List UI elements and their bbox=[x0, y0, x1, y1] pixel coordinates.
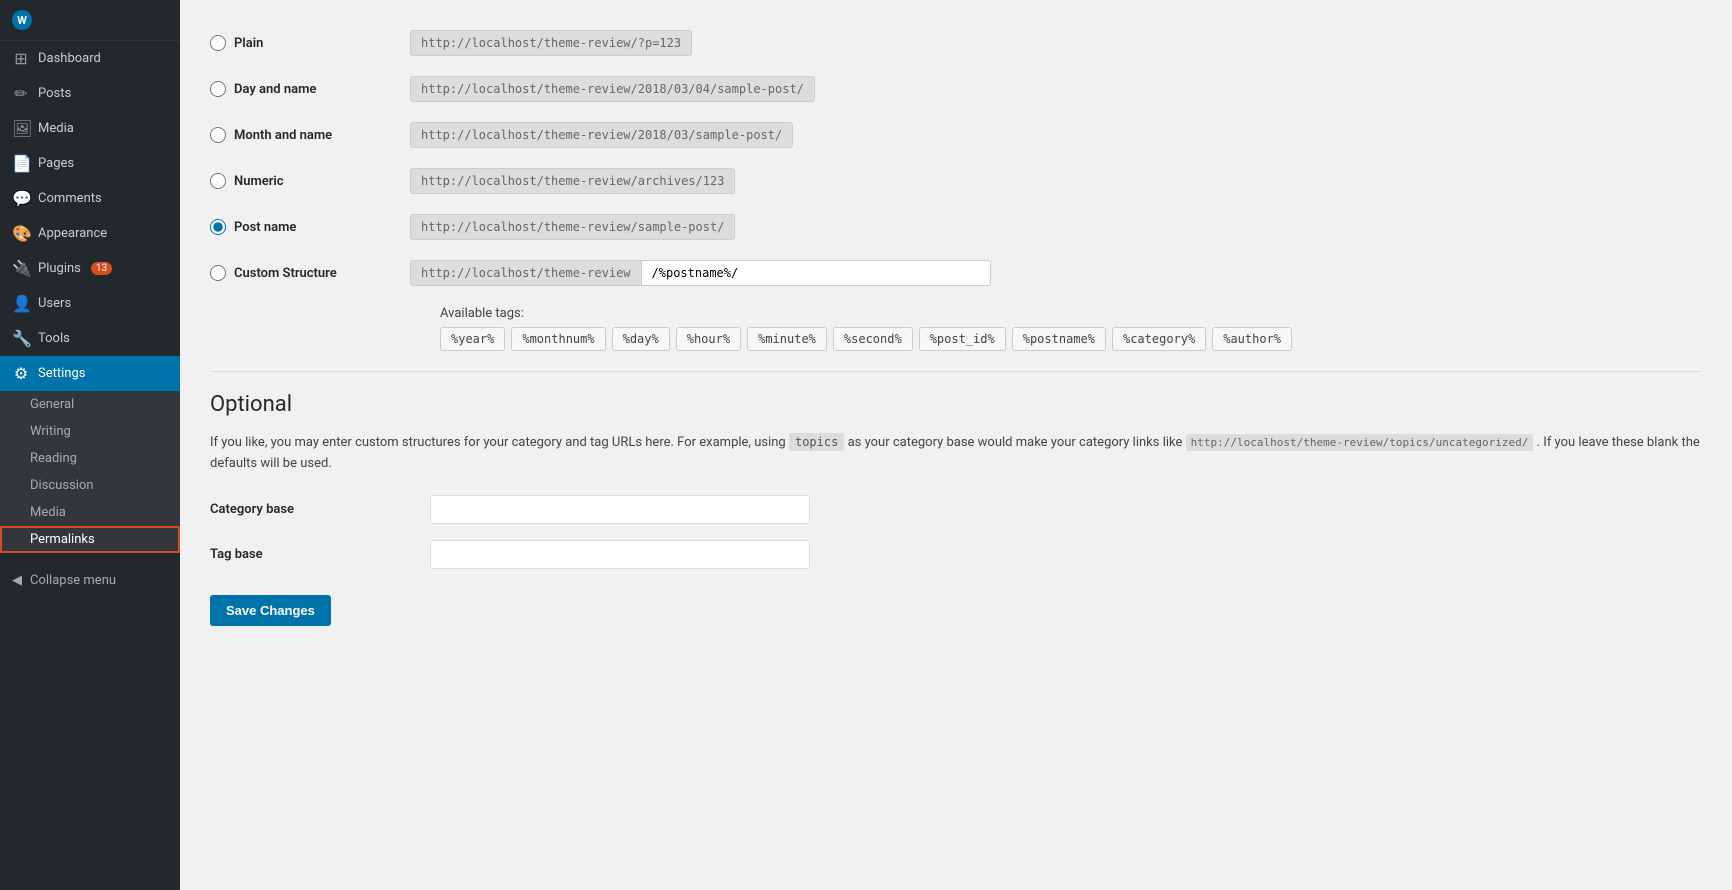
sidebar-item-posts[interactable]: ✏ Posts bbox=[0, 76, 180, 111]
plain-label[interactable]: Plain bbox=[210, 35, 390, 51]
tag-button[interactable]: %author% bbox=[1212, 327, 1292, 351]
available-tags-label: Available tags: bbox=[440, 306, 1702, 321]
submenu-writing[interactable]: Writing bbox=[0, 418, 180, 445]
post-name-radio[interactable] bbox=[210, 219, 226, 235]
numeric-label[interactable]: Numeric bbox=[210, 173, 390, 189]
sidebar-item-settings[interactable]: ⚙ Settings bbox=[0, 356, 180, 391]
sidebar-item-appearance[interactable]: 🎨 Appearance bbox=[0, 216, 180, 251]
collapse-icon: ◀ bbox=[12, 573, 22, 588]
custom-label[interactable]: Custom Structure bbox=[210, 265, 390, 281]
optional-description: If you like, you may enter custom struct… bbox=[210, 433, 1702, 475]
plain-radio[interactable] bbox=[210, 35, 226, 51]
category-base-input[interactable] bbox=[430, 495, 810, 524]
sidebar-item-pages[interactable]: 📄 Pages bbox=[0, 146, 180, 181]
tags-row: %year%%monthnum% %day%%hour%%minute%%seco… bbox=[440, 327, 1702, 351]
custom-structure-row: http://localhost/theme-review bbox=[410, 260, 991, 286]
tag-button[interactable]: %hour% bbox=[676, 327, 741, 351]
tag-button[interactable]: %day% bbox=[612, 327, 670, 351]
tag-button[interactable]: %minute% bbox=[747, 327, 827, 351]
settings-submenu: General Writing Reading Discussion Media… bbox=[0, 391, 180, 553]
optional-desc-middle: as your category base would make your ca… bbox=[848, 435, 1183, 450]
sidebar-item-users[interactable]: 👤 Users bbox=[0, 286, 180, 321]
plain-url: http://localhost/theme-review/?p=123 bbox=[410, 30, 692, 56]
tag-button[interactable]: %category% bbox=[1112, 327, 1206, 351]
permalink-option-custom: Custom Structure http://localhost/theme-… bbox=[210, 250, 1702, 296]
optional-section: Optional If you like, you may enter cust… bbox=[210, 392, 1702, 626]
day-name-url: http://localhost/theme-review/2018/03/04… bbox=[410, 76, 815, 102]
month-name-radio[interactable] bbox=[210, 127, 226, 143]
comments-icon: 💬 bbox=[12, 189, 30, 208]
wp-logo: W bbox=[0, 0, 180, 41]
collapse-label: Collapse menu bbox=[30, 573, 116, 588]
category-base-row: Category base bbox=[210, 495, 1702, 524]
sidebar-item-tools[interactable]: 🔧 Tools bbox=[0, 321, 180, 356]
wp-icon: W bbox=[12, 10, 32, 30]
sidebar-item-plugins[interactable]: 🔌 Plugins 13 bbox=[0, 251, 180, 286]
month-name-url: http://localhost/theme-review/2018/03/sa… bbox=[410, 122, 793, 148]
pages-icon: 📄 bbox=[12, 154, 30, 173]
tag-base-input[interactable] bbox=[430, 540, 810, 569]
sidebar-item-label: Pages bbox=[38, 156, 74, 171]
sidebar-item-label: Users bbox=[38, 296, 71, 311]
submenu-reading[interactable]: Reading bbox=[0, 445, 180, 472]
permalink-option-day-name: Day and name http://localhost/theme-revi… bbox=[210, 66, 1702, 112]
tools-icon: 🔧 bbox=[12, 329, 30, 348]
optional-desc-before: If you like, you may enter custom struct… bbox=[210, 435, 786, 450]
sidebar-item-label: Plugins bbox=[38, 261, 81, 276]
users-icon: 👤 bbox=[12, 294, 30, 313]
tag-button[interactable]: %post_id% bbox=[919, 327, 1006, 351]
tag-button[interactable]: %second% bbox=[833, 327, 913, 351]
sidebar-item-label: Settings bbox=[38, 366, 85, 381]
sidebar-item-label: Media bbox=[38, 121, 74, 136]
tag-button[interactable]: %monthnum% bbox=[511, 327, 605, 351]
submenu-permalinks[interactable]: Permalinks bbox=[0, 526, 180, 553]
sidebar-item-label: Dashboard bbox=[38, 51, 101, 66]
submenu-discussion[interactable]: Discussion bbox=[0, 472, 180, 499]
sidebar-item-label: Posts bbox=[38, 86, 71, 101]
plugins-badge: 13 bbox=[91, 262, 112, 275]
sidebar-item-comments[interactable]: 💬 Comments bbox=[0, 181, 180, 216]
category-base-label: Category base bbox=[210, 502, 410, 517]
settings-icon: ⚙ bbox=[12, 364, 30, 383]
submenu-general[interactable]: General bbox=[0, 391, 180, 418]
sidebar: W ⊞ Dashboard ✏ Posts 🖼 Media 📄 Pages 💬 … bbox=[0, 0, 180, 890]
sidebar-item-label: Appearance bbox=[38, 226, 107, 241]
media-icon: 🖼 bbox=[12, 119, 30, 138]
post-name-url: http://localhost/theme-review/sample-pos… bbox=[410, 214, 735, 240]
day-name-label[interactable]: Day and name bbox=[210, 81, 390, 97]
numeric-url: http://localhost/theme-review/archives/1… bbox=[410, 168, 735, 194]
custom-radio[interactable] bbox=[210, 265, 226, 281]
dashboard-icon: ⊞ bbox=[12, 49, 30, 68]
custom-url-prefix: http://localhost/theme-review bbox=[410, 260, 641, 286]
submenu-media[interactable]: Media bbox=[0, 499, 180, 526]
day-name-radio[interactable] bbox=[210, 81, 226, 97]
posts-icon: ✏ bbox=[12, 84, 30, 103]
post-name-label[interactable]: Post name bbox=[210, 219, 390, 235]
tag-base-label: Tag base bbox=[210, 547, 410, 562]
appearance-icon: 🎨 bbox=[12, 224, 30, 243]
sidebar-item-label: Comments bbox=[38, 191, 102, 206]
example-url: http://localhost/theme-review/topics/unc… bbox=[1186, 434, 1534, 451]
permalink-option-month-name: Month and name http://localhost/theme-re… bbox=[210, 112, 1702, 158]
tag-button[interactable]: %postname% bbox=[1012, 327, 1106, 351]
permalink-option-numeric: Numeric http://localhost/theme-review/ar… bbox=[210, 158, 1702, 204]
sidebar-item-dashboard[interactable]: ⊞ Dashboard bbox=[0, 41, 180, 76]
collapse-menu-button[interactable]: ◀ Collapse menu bbox=[0, 563, 180, 598]
tag-base-row: Tag base bbox=[210, 540, 1702, 569]
plugins-icon: 🔌 bbox=[12, 259, 30, 278]
topics-code: topics bbox=[789, 433, 844, 451]
sidebar-item-media[interactable]: 🖼 Media bbox=[0, 111, 180, 146]
custom-url-input[interactable] bbox=[641, 260, 991, 286]
sidebar-item-label: Tools bbox=[38, 331, 70, 346]
permalink-option-plain: Plain http://localhost/theme-review/?p=1… bbox=[210, 20, 1702, 66]
optional-title: Optional bbox=[210, 392, 1702, 417]
month-name-label[interactable]: Month and name bbox=[210, 127, 390, 143]
tag-button[interactable]: %year% bbox=[440, 327, 505, 351]
numeric-radio[interactable] bbox=[210, 173, 226, 189]
main-content: Plain http://localhost/theme-review/?p=1… bbox=[180, 0, 1732, 890]
save-changes-button[interactable]: Save Changes bbox=[210, 595, 331, 626]
permalink-option-post-name: Post name http://localhost/theme-review/… bbox=[210, 204, 1702, 250]
permalink-options-section: Plain http://localhost/theme-review/?p=1… bbox=[210, 20, 1702, 351]
